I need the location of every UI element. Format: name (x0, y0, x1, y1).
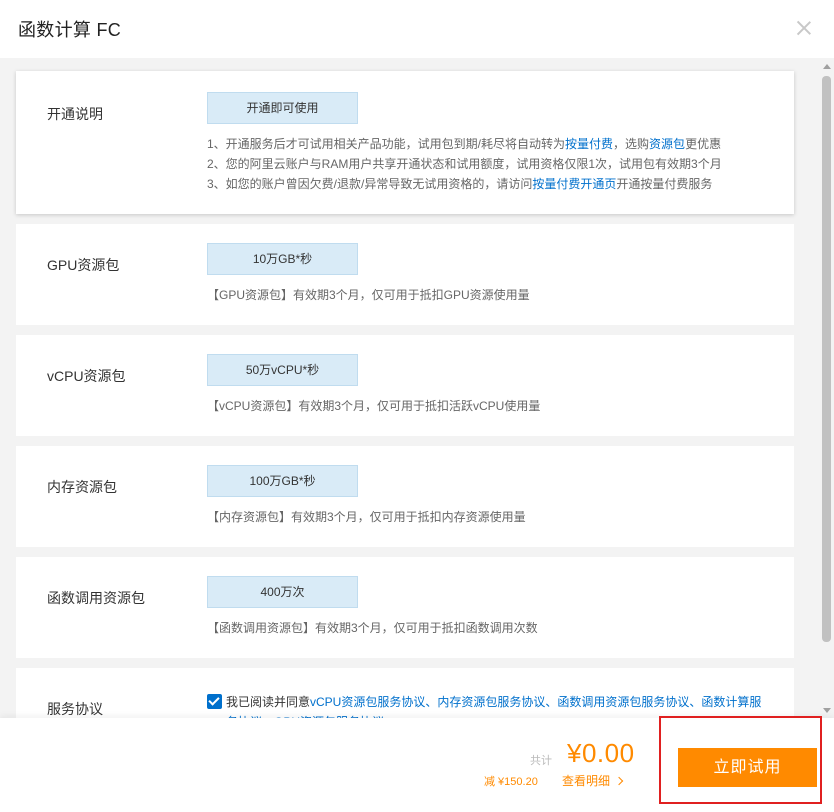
gpu-package-label: GPU资源包 (47, 257, 120, 273)
total-label: 共计 (530, 755, 552, 767)
try-now-button[interactable]: 立即试用 (678, 748, 817, 787)
scroll-thumb[interactable] (822, 76, 831, 642)
scroll-up-arrow-icon[interactable] (823, 64, 831, 69)
gpu-package-card: GPU资源包 10万GB*秒 【GPU资源包】有效期3个月，仅可用于抵扣GPU资… (16, 224, 794, 325)
close-icon[interactable] (794, 18, 814, 38)
scroll-down-arrow-icon[interactable] (823, 708, 831, 713)
activation-line-3: 3、如您的账户曾因欠费/退款/异常导致无试用资格的，请访问按量付费开通页开通按量… (207, 177, 713, 191)
invocation-package-chip[interactable]: 400万次 (207, 576, 358, 608)
view-details-label: 查看明细 (562, 774, 611, 788)
dialog-body: 开通说明 开通即可使用 1、开通服务后才可试用相关产品功能，试用包到期/耗尽将自… (0, 58, 834, 718)
activation-chip[interactable]: 开通即可使用 (207, 92, 358, 124)
memory-package-desc: 【内存资源包】有效期3个月，仅可用于抵扣内存资源使用量 (207, 510, 526, 524)
memory-package-chip[interactable]: 100万GB*秒 (207, 465, 358, 497)
chevron-right-icon (614, 776, 624, 786)
memory-package-label: 内存资源包 (47, 479, 117, 495)
resource-package-link[interactable]: 资源包 (649, 137, 685, 151)
vcpu-package-card: vCPU资源包 50万vCPU*秒 【vCPU资源包】有效期3个月，仅可用于抵扣… (16, 335, 794, 436)
view-details-link[interactable]: 查看明细 (562, 772, 624, 789)
invocation-package-label: 函数调用资源包 (47, 590, 145, 606)
activation-card: 开通说明 开通即可使用 1、开通服务后才可试用相关产品功能，试用包到期/耗尽将自… (16, 71, 794, 214)
agreement-card: 服务协议 我已阅读并同意vCPU资源包服务协议、内存资源包服务协议、函数调用资源… (16, 668, 794, 718)
discount-amount: 减 ¥150.20 (484, 776, 538, 788)
activation-line-1: 1、开通服务后才可试用相关产品功能，试用包到期/耗尽将自动转为按量付费，选购资源… (207, 137, 722, 151)
invocation-package-card: 函数调用资源包 400万次 【函数调用资源包】有效期3个月，仅可用于抵扣函数调用… (16, 557, 794, 658)
agreement-text: 我已阅读并同意vCPU资源包服务协议、内存资源包服务协议、函数调用资源包服务协议… (226, 692, 767, 718)
gpu-package-chip[interactable]: 10万GB*秒 (207, 243, 358, 275)
scrollbar[interactable] (821, 62, 832, 717)
invocation-package-desc: 【函数调用资源包】有效期3个月，仅可用于抵扣函数调用次数 (207, 621, 538, 635)
total-price: ¥0.00 (567, 738, 635, 768)
agreement-checkbox[interactable] (207, 694, 222, 709)
gpu-package-desc: 【GPU资源包】有效期3个月，仅可用于抵扣GPU资源使用量 (207, 288, 530, 302)
activation-label: 开通说明 (47, 106, 103, 122)
memory-package-card: 内存资源包 100万GB*秒 【内存资源包】有效期3个月，仅可用于抵扣内存资源使… (16, 446, 794, 547)
vcpu-package-chip[interactable]: 50万vCPU*秒 (207, 354, 358, 386)
vcpu-package-desc: 【vCPU资源包】有效期3个月，仅可用于抵扣活跃vCPU使用量 (207, 399, 541, 413)
activation-line-2: 2、您的阿里云账户与RAM用户共享开通状态和试用额度，试用资格仅限1次，试用包有… (207, 157, 722, 171)
agreement-label: 服务协议 (47, 701, 103, 717)
vcpu-package-label: vCPU资源包 (47, 368, 126, 384)
agreement-row: 我已阅读并同意vCPU资源包服务协议、内存资源包服务协议、函数调用资源包服务协议… (207, 692, 767, 718)
dialog-header: 函数计算 FC (0, 0, 834, 58)
pay-as-you-go-activation-link[interactable]: 按量付费开通页 (532, 177, 616, 191)
pay-as-you-go-link[interactable]: 按量付费 (565, 137, 613, 151)
dialog-title: 函数计算 FC (18, 20, 122, 40)
